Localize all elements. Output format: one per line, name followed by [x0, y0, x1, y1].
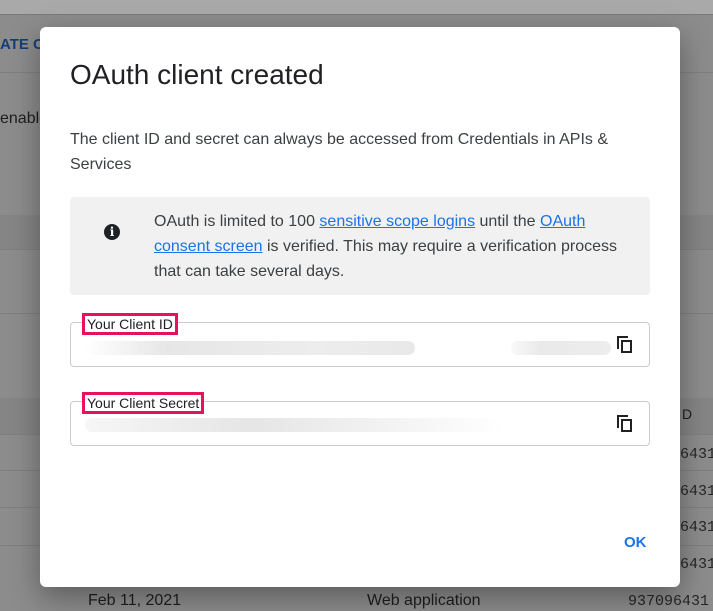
bg-column-header: D [682, 406, 693, 422]
bg-row-client-id: 937096431 [628, 593, 710, 610]
redacted-client-secret [85, 418, 505, 432]
bg-client-id-cell: 6431 [680, 446, 713, 463]
bg-row-type: Web application [367, 592, 481, 609]
info-notice: i OAuth is limited to 100 sensitive scop… [70, 197, 650, 295]
bg-create-credentials-link: ATE C [0, 36, 44, 53]
bg-client-id-cell: 6431 [680, 483, 713, 500]
info-text-part: OAuth is limited to 100 [154, 213, 320, 230]
dialog-title: OAuth client created [70, 59, 324, 90]
bg-client-id-cell: 6431 [680, 556, 713, 573]
client-secret-label: Your Client Secret [82, 392, 205, 414]
ok-button[interactable]: OK [624, 534, 647, 551]
oauth-created-dialog: OAuth client created The client ID and s… [40, 27, 680, 587]
info-text: OAuth is limited to 100 sensitive scope … [154, 209, 634, 284]
client-secret-field[interactable]: Your Client Secret [70, 392, 650, 446]
bg-row-date: Feb 11, 2021 [88, 592, 182, 609]
info-icon: i [104, 224, 120, 240]
bg-client-id-cell: 6431 [680, 519, 713, 536]
copy-client-id-icon[interactable] [617, 336, 635, 354]
sensitive-scope-logins-link[interactable]: sensitive scope logins [319, 213, 475, 230]
client-id-field[interactable]: Your Client ID [70, 313, 650, 367]
redacted-client-id [511, 341, 611, 355]
info-text-part: until the [475, 213, 540, 230]
client-id-label: Your Client ID [82, 313, 178, 335]
redacted-client-id [85, 341, 415, 355]
bg-top-bar [0, 0, 713, 15]
copy-client-secret-icon[interactable] [617, 415, 635, 433]
dialog-description: The client ID and secret can always be a… [70, 131, 609, 173]
